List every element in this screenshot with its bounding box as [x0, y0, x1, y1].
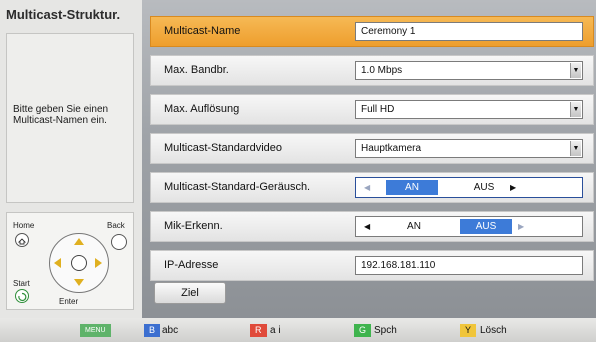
panel-title: Multicast-Struktur.	[6, 7, 121, 22]
toggle-off-option[interactable]: AUS	[458, 180, 510, 195]
row-label: Multicast-Standardvideo	[164, 142, 283, 154]
yellow-key[interactable]: Y	[460, 324, 477, 337]
left-arrow-icon	[54, 258, 61, 268]
toggle-on-option[interactable]: AN	[386, 180, 438, 195]
row-mic-detection[interactable]: Mik-Erkenn. ◀ AN AUS ▶	[150, 211, 594, 242]
start-label: Start	[13, 279, 30, 288]
row-multicast-default-video[interactable]: Multicast-Standardvideo Hauptkamera ▼	[150, 133, 594, 164]
down-arrow-icon	[74, 279, 84, 286]
red-key[interactable]: R	[250, 324, 267, 337]
up-arrow-icon	[74, 238, 84, 245]
multicast-name-input[interactable]: Ceremony 1	[355, 22, 583, 41]
max-resolution-select[interactable]: Full HD ▼	[355, 100, 583, 119]
home-icon	[15, 233, 29, 247]
dpad-icon	[49, 233, 109, 293]
row-max-resolution[interactable]: Max. Auflösung Full HD ▼	[150, 94, 594, 125]
left-arrow-icon[interactable]: ◀	[364, 217, 370, 236]
screen: Multicast-Struktur. Bitte geben Sie eine…	[0, 0, 596, 342]
right-arrow-icon[interactable]: ▶	[510, 178, 516, 197]
row-label: Multicast-Standard-Geräusch.	[164, 181, 311, 193]
back-label: Back	[107, 221, 125, 230]
start-icon	[15, 289, 29, 303]
row-label: Max. Auflösung	[164, 103, 240, 115]
blue-key-label: abc	[162, 325, 179, 336]
row-label: IP-Adresse	[164, 259, 219, 271]
dropdown-arrow-icon[interactable]: ▼	[570, 141, 581, 156]
row-label: Max. Bandbr.	[164, 64, 229, 76]
mic-detection-toggle[interactable]: ◀ AN AUS ▶	[355, 216, 583, 237]
back-icon	[111, 234, 127, 250]
enter-label: Enter	[59, 297, 79, 306]
ip-address-input[interactable]: 192.168.181.110	[355, 256, 583, 275]
blue-key[interactable]: B	[144, 324, 161, 337]
default-sound-toggle[interactable]: ◀ AN AUS ▶	[355, 177, 583, 198]
left-arrow-icon[interactable]: ◀	[364, 178, 370, 197]
row-max-bandwidth[interactable]: Max. Bandbr. 1.0 Mbps ▼	[150, 55, 594, 86]
select-value: Full HD	[361, 104, 395, 115]
dropdown-arrow-icon[interactable]: ▼	[570, 102, 581, 117]
left-panel: Multicast-Struktur. Bitte geben Sie eine…	[0, 0, 142, 318]
help-box: Bitte geben Sie einen Multicast-Namen ei…	[6, 33, 134, 203]
help-text: Bitte geben Sie einen Multicast-Namen ei…	[13, 104, 109, 126]
row-ip-address[interactable]: IP-Adresse 192.168.181.110	[150, 250, 594, 281]
row-label: Mik-Erkenn.	[164, 220, 223, 232]
max-bandwidth-select[interactable]: 1.0 Mbps ▼	[355, 61, 583, 80]
target-button[interactable]: Ziel	[154, 282, 226, 304]
toggle-off-option[interactable]: AUS	[460, 219, 512, 234]
right-arrow-icon[interactable]: ▶	[518, 217, 524, 236]
green-key-label: Spch	[374, 325, 397, 336]
row-label: Multicast-Name	[164, 25, 241, 37]
select-value: 1.0 Mbps	[361, 65, 403, 76]
row-multicast-default-sound[interactable]: Multicast-Standard-Geräusch. ◀ AN AUS ▶	[150, 172, 594, 203]
enter-icon	[71, 255, 87, 271]
multicast-form: Multicast-Name Ceremony 1 Max. Bandbr. 1…	[142, 6, 596, 310]
menu-key[interactable]: MENU	[80, 324, 111, 337]
color-key-bar: MENU B abc R a i G Spch Y Lösch	[0, 318, 596, 342]
row-multicast-name[interactable]: Multicast-Name Ceremony 1	[150, 16, 594, 47]
select-value: Hauptkamera	[361, 143, 422, 154]
dropdown-arrow-icon[interactable]: ▼	[570, 63, 581, 78]
green-key[interactable]: G	[354, 324, 372, 337]
right-arrow-icon	[95, 258, 102, 268]
yellow-key-label: Lösch	[480, 325, 507, 336]
red-key-label: a i	[270, 325, 281, 336]
default-video-select[interactable]: Hauptkamera ▼	[355, 139, 583, 158]
remote-control-diagram: Home Back Start Enter	[6, 212, 134, 310]
home-label: Home	[13, 221, 35, 230]
toggle-on-option[interactable]: AN	[388, 219, 440, 234]
